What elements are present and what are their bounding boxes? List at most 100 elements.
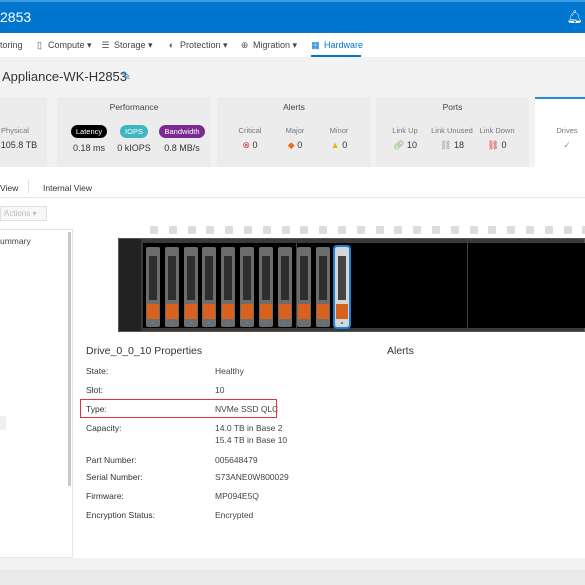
pencil-icon[interactable]: ✎	[121, 69, 131, 83]
metric-value: 10	[406, 140, 417, 150]
metric-value: 0 kIOPS	[117, 143, 151, 153]
capacity-card[interactable]: Physical ● 105.8 TB	[0, 97, 47, 167]
state-value: Healthy	[215, 366, 244, 376]
drive-slot-2[interactable]	[183, 247, 198, 327]
slot-dot	[563, 226, 572, 234]
tab-internal-view[interactable]: Internal View	[43, 183, 92, 193]
slot-dot	[150, 226, 158, 234]
drive-slot-1[interactable]	[164, 247, 179, 327]
bay-separator	[467, 243, 468, 328]
nav-compute[interactable]: ▯ Compute ▾	[35, 40, 92, 51]
slot-dot	[187, 226, 196, 234]
nav-label: toring	[0, 40, 23, 50]
slot-dot	[450, 226, 459, 234]
slot-dot	[338, 226, 346, 234]
tree-item-highlight[interactable]	[0, 416, 6, 430]
metric-value: ● 105.8 TB	[0, 140, 40, 150]
metric-label: Physical	[1, 126, 29, 135]
link-unused-metric: Link Unused ⛓︎ 18	[427, 126, 477, 151]
slot-dot	[319, 226, 328, 234]
bell-icon[interactable]: 🔔︎	[566, 9, 583, 25]
component-tree	[0, 229, 73, 558]
metric-label: Major	[285, 126, 305, 135]
nav-label: Protection ▾	[180, 40, 228, 50]
drive-slot-0[interactable]	[146, 247, 160, 327]
drive-slot-3[interactable]	[202, 247, 217, 327]
drive-slot-9[interactable]	[316, 247, 331, 327]
drive-slot-7[interactable]	[277, 247, 292, 327]
drive-slot-4[interactable]	[221, 247, 236, 327]
ports-card[interactable]: Ports Link Up 🔗︎ 10 Link Unused ⛓︎ 18 Link…	[376, 97, 529, 167]
drive-latch	[336, 304, 348, 319]
slot-dot	[356, 226, 365, 234]
latency-metric: Latency 0.18 ms	[64, 125, 114, 153]
metric-label: Link Up	[392, 126, 418, 135]
tabs-divider	[0, 197, 585, 198]
metric-value: 18	[453, 140, 464, 150]
link-up-metric: Link Up 🔗︎ 10	[380, 126, 430, 151]
slot-dot	[244, 226, 252, 234]
nav-protection[interactable]: ◐ Protection ▾	[167, 40, 228, 51]
link-down-icon: ⛓︎	[487, 140, 499, 150]
drives-card[interactable]: Drives ✓	[535, 97, 585, 167]
main-nav: toring ▯ Compute ▾ ☰ Storage ▾ ◐ Protection…	[0, 33, 585, 57]
nav-label: Migration ▾	[253, 40, 298, 50]
card-title: Ports	[442, 102, 463, 112]
metric-value: 0	[342, 140, 348, 150]
drive-slot-6[interactable]	[258, 247, 273, 327]
metric-label: Drives	[556, 126, 578, 135]
physical-metric: Physical ● 105.8 TB	[0, 126, 40, 150]
major-metric: Major ◆ 0	[270, 126, 320, 151]
tree-item-summary[interactable]: ummary	[0, 236, 31, 246]
state-label: State:	[86, 366, 109, 376]
slot-dot	[394, 226, 403, 234]
scrollbar[interactable]	[68, 232, 71, 486]
app-title: 2853	[0, 9, 32, 25]
nav-migration[interactable]: ⊕ Migration ▾	[240, 40, 297, 51]
slot-dot	[168, 226, 177, 234]
nav-label: Storage ▾	[114, 40, 153, 50]
nav-storage[interactable]: ☰ Storage ▾	[101, 40, 153, 51]
drive-latch	[165, 304, 178, 319]
nav-monitoring[interactable]: toring	[0, 40, 23, 50]
drive-latch	[147, 304, 159, 319]
metric-label: Minor	[329, 126, 349, 135]
performance-card[interactable]: Performance Latency 0.18 ms IOPS 0 kIOPS B…	[57, 97, 211, 167]
footer	[0, 570, 585, 585]
drive-led	[170, 322, 173, 324]
capacity-label: Capacity:	[86, 423, 122, 433]
storage-icon: ☰	[101, 40, 110, 50]
drive-slot-8[interactable]	[297, 247, 312, 327]
drive-led	[341, 322, 343, 324]
drive-slot-10[interactable]	[333, 245, 351, 329]
slot-dot	[526, 226, 534, 234]
actions-button[interactable]: Actions ▾	[0, 206, 47, 221]
drive-body	[224, 256, 233, 300]
encryption-value: Encrypted	[215, 510, 254, 520]
slot-dot	[432, 226, 440, 234]
drive-body	[205, 256, 214, 300]
alerts-card[interactable]: Alerts Critical ⊗ 0 Major ◆ 0 Minor ▲ 0	[217, 97, 371, 167]
drive-led	[152, 322, 154, 324]
major-icon: ◆	[287, 140, 295, 150]
latency-pill: Latency	[70, 125, 108, 138]
drive-body	[243, 256, 251, 300]
minor-icon: ▲	[330, 140, 340, 150]
drive-body	[261, 256, 270, 300]
drive-led	[189, 322, 192, 324]
nav-label: Hardware	[324, 40, 364, 50]
slot-dot	[375, 226, 384, 234]
drive-latch	[241, 304, 253, 319]
drive-slot-5[interactable]	[240, 247, 254, 327]
properties-title: Drive_0_0_10 Properties	[86, 345, 203, 357]
bandwidth-pill: Bandwidth	[159, 125, 205, 138]
slot-dot	[507, 226, 516, 234]
nav-hardware[interactable]: ▦ Hardware	[311, 40, 363, 51]
link-up-icon: 🔗︎	[393, 140, 405, 150]
metric-label: Link Unused	[431, 126, 473, 135]
slot-label: Slot:	[86, 385, 104, 395]
link-down-metric: Link Down ⛓︎ 0	[472, 126, 522, 151]
tab-front-view[interactable]: View	[0, 183, 18, 193]
drive-led	[208, 322, 211, 324]
slot-dot	[413, 226, 422, 234]
